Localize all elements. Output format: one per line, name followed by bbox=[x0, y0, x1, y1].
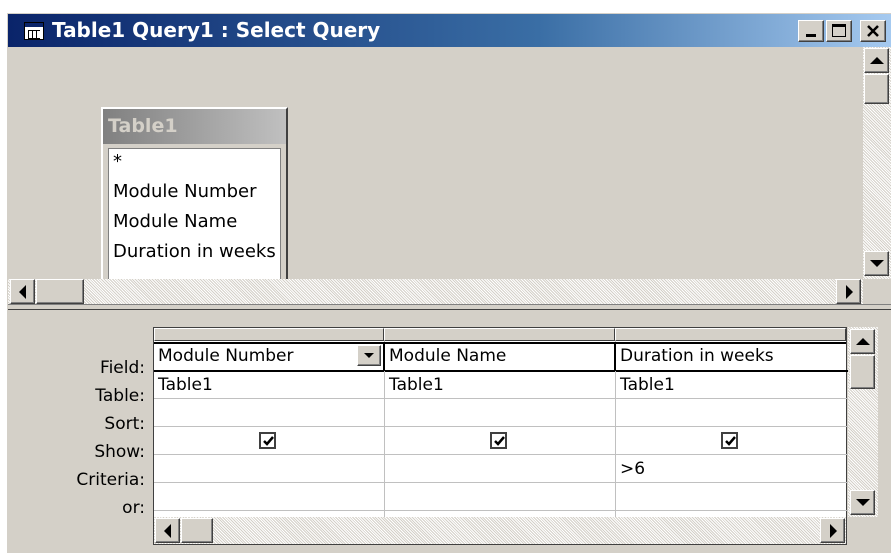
row-divider bbox=[154, 370, 848, 372]
arrow-up-icon bbox=[870, 57, 884, 64]
column-divider bbox=[614, 342, 616, 371]
row-divider bbox=[154, 454, 848, 455]
row-label-sort: Sort: bbox=[104, 414, 145, 434]
upper-horizontal-scrollbar[interactable] bbox=[8, 279, 863, 304]
arrow-down-icon bbox=[870, 260, 884, 267]
scroll-thumb[interactable] bbox=[181, 518, 213, 543]
field-cell[interactable]: Module Number bbox=[158, 346, 294, 366]
column-selector[interactable] bbox=[384, 328, 615, 341]
row-divider bbox=[154, 398, 848, 399]
maximize-button[interactable] bbox=[826, 20, 852, 42]
scroll-thumb[interactable] bbox=[850, 355, 875, 389]
arrow-right-icon bbox=[830, 524, 837, 538]
row-label-table: Table: bbox=[95, 386, 145, 406]
show-checkbox[interactable] bbox=[490, 432, 507, 449]
scroll-thumb[interactable] bbox=[36, 279, 84, 304]
column-selector[interactable] bbox=[615, 328, 846, 341]
datasheet-icon[interactable] bbox=[24, 22, 44, 40]
checkmark-icon bbox=[494, 436, 505, 446]
field-list-item[interactable]: Duration in weeks bbox=[113, 241, 276, 262]
arrow-left-icon bbox=[19, 285, 26, 299]
row-divider bbox=[154, 510, 848, 511]
table-box-title[interactable]: Table1 bbox=[103, 109, 286, 144]
checkmark-icon bbox=[263, 436, 274, 446]
row-labels: Field: Table: Sort: Show: Criteria: or: bbox=[8, 311, 153, 554]
scroll-thumb[interactable] bbox=[864, 74, 889, 104]
scrollbar-corner bbox=[863, 279, 891, 304]
query-design-grid[interactable]: Module Number Table1 Module Name Table1 … bbox=[153, 327, 848, 545]
row-label-show: Show: bbox=[94, 442, 145, 462]
column-selector[interactable] bbox=[154, 328, 384, 341]
pane-splitter[interactable] bbox=[8, 304, 891, 310]
dropdown-arrow-icon bbox=[364, 353, 374, 358]
row-label-field: Field: bbox=[100, 358, 145, 378]
row-label-or: or: bbox=[122, 498, 145, 518]
scroll-down-button[interactable] bbox=[864, 251, 889, 276]
show-checkbox[interactable] bbox=[259, 432, 276, 449]
table-cell[interactable]: Table1 bbox=[158, 375, 213, 395]
close-button[interactable] bbox=[860, 20, 886, 42]
row-label-criteria: Criteria: bbox=[76, 470, 145, 490]
column-divider bbox=[383, 342, 385, 371]
close-icon bbox=[867, 25, 879, 37]
field-cell[interactable]: Duration in weeks bbox=[620, 346, 774, 366]
checkmark-icon bbox=[725, 436, 736, 446]
minimize-icon bbox=[806, 34, 816, 37]
table-cell[interactable]: Table1 bbox=[620, 375, 675, 395]
show-checkbox[interactable] bbox=[721, 432, 738, 449]
query-window: Table1 Query1 : Select Query Table1 * Mo… bbox=[7, 13, 891, 553]
row-divider bbox=[154, 426, 848, 427]
arrow-down-icon bbox=[856, 499, 870, 506]
field-cell[interactable]: Module Name bbox=[389, 346, 506, 366]
title-bar[interactable]: Table1 Query1 : Select Query bbox=[8, 14, 891, 47]
field-list-item[interactable]: Module Name bbox=[113, 211, 237, 232]
grid-horizontal-scrollbar[interactable] bbox=[154, 517, 846, 544]
field-list[interactable]: * Module Number Module Name Duration in … bbox=[108, 148, 281, 281]
scroll-left-button[interactable] bbox=[155, 518, 180, 543]
arrow-right-icon bbox=[846, 285, 853, 299]
field-list-item[interactable]: Module Number bbox=[113, 181, 256, 202]
scroll-up-button[interactable] bbox=[850, 329, 875, 354]
scroll-up-button[interactable] bbox=[864, 48, 889, 73]
arrow-up-icon bbox=[856, 338, 870, 345]
scroll-left-button[interactable] bbox=[10, 279, 35, 304]
table-design-pane[interactable]: Table1 * Module Number Module Name Durat… bbox=[8, 47, 863, 290]
scroll-right-button[interactable] bbox=[820, 518, 845, 543]
scroll-down-button[interactable] bbox=[850, 490, 875, 515]
minimize-button[interactable] bbox=[798, 20, 824, 42]
upper-vertical-scrollbar[interactable] bbox=[863, 47, 891, 279]
table-cell[interactable]: Table1 bbox=[389, 375, 444, 395]
maximize-icon bbox=[832, 24, 846, 37]
arrow-left-icon bbox=[164, 524, 171, 538]
scroll-right-button[interactable] bbox=[836, 279, 861, 304]
table-field-list-box[interactable]: Table1 * Module Number Module Name Durat… bbox=[101, 107, 288, 290]
field-dropdown-button[interactable] bbox=[357, 345, 381, 366]
field-list-item[interactable]: * bbox=[113, 151, 122, 172]
window-title: Table1 Query1 : Select Query bbox=[52, 18, 381, 42]
row-divider bbox=[154, 482, 848, 483]
criteria-cell[interactable]: >6 bbox=[620, 459, 645, 479]
grid-vertical-scrollbar[interactable] bbox=[848, 327, 878, 517]
